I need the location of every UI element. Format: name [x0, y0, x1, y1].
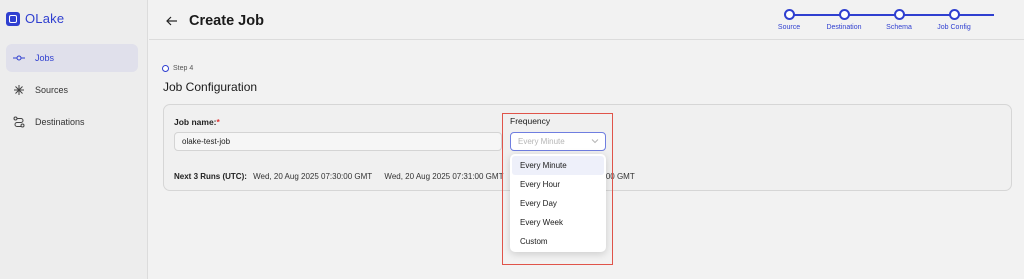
required-marker: * — [216, 117, 220, 127]
step-label-job-config: Job Config — [937, 24, 971, 31]
step-dot-destination[interactable] — [839, 9, 850, 20]
back-arrow-icon[interactable] — [166, 14, 180, 28]
frequency-option-every-minute[interactable]: Every Minute — [512, 156, 604, 175]
app-logo[interactable]: OLake — [6, 11, 64, 26]
next-run-1: Wed, 20 Aug 2025 07:30:00 GMT — [253, 172, 373, 181]
frequency-option-every-day[interactable]: Every Day — [512, 194, 604, 213]
job-name-input[interactable]: olake-test-job — [174, 132, 502, 151]
next-run-2: Wed, 20 Aug 2025 07:31:00 GMT — [384, 172, 504, 181]
stepper-line — [789, 14, 994, 16]
sidebar-item-label: Jobs — [35, 53, 55, 63]
step-indicator-text: Step 4 — [173, 65, 194, 72]
olake-logo-icon — [6, 11, 20, 26]
step-dot-source[interactable] — [784, 9, 795, 20]
frequency-option-every-hour[interactable]: Every Hour — [512, 175, 604, 194]
step-label-destination: Destination — [826, 24, 862, 31]
sidebar-item-destinations[interactable]: Destinations — [6, 108, 138, 136]
app-name: OLake — [25, 11, 65, 26]
next-runs-label: Next 3 Runs (UTC): — [174, 172, 247, 181]
step-label-schema: Schema — [886, 24, 912, 31]
step-indicator-dot — [162, 65, 169, 72]
job-name-label: Job name:* — [174, 117, 220, 127]
sidebar-item-label: Destinations — [35, 117, 85, 127]
sidebar-item-jobs[interactable]: Jobs — [6, 44, 138, 72]
sidebar-item-sources[interactable]: Sources — [6, 76, 138, 104]
page-title: Create Job — [189, 13, 264, 29]
frequency-dropdown-menu: Every Minute Every Hour Every Day Every … — [510, 154, 606, 252]
frequency-select[interactable]: Every Minute — [510, 132, 606, 151]
step-dot-schema[interactable] — [894, 9, 905, 20]
step-indicator: Step 4 — [162, 65, 193, 72]
frequency-label: Frequency — [510, 116, 551, 126]
frequency-option-every-week[interactable]: Every Week — [512, 213, 604, 232]
step-label-source: Source — [777, 24, 801, 31]
job-name-label-text: Job name: — [174, 117, 217, 127]
progress-stepper: Source Destination Schema Job Config — [777, 9, 1004, 35]
page-header: Create Job Source Destination Schema Job… — [149, 0, 1024, 40]
sidebar: OLake Jobs Sources Destinations — [0, 0, 148, 279]
chevron-down-icon — [591, 137, 599, 145]
sidebar-item-label: Sources — [35, 85, 69, 95]
route-icon — [13, 116, 25, 128]
git-commit-icon — [13, 52, 25, 64]
frequency-select-placeholder: Every Minute — [518, 137, 565, 146]
section-title: Job Configuration — [163, 80, 258, 94]
step-dot-job-config[interactable] — [949, 9, 960, 20]
sources-icon — [13, 84, 25, 96]
frequency-option-custom[interactable]: Custom — [512, 232, 604, 251]
